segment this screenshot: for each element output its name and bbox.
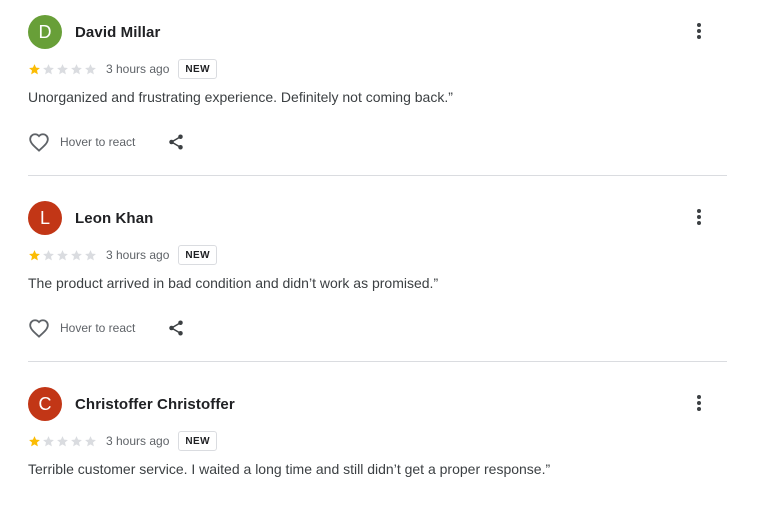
share-button[interactable] xyxy=(167,319,185,337)
star-empty-icon xyxy=(57,249,68,260)
star-empty-icon xyxy=(71,435,82,446)
review-text: Unorganized and frustrating experience. … xyxy=(28,89,453,105)
review-meta: 3 hours ago NEW xyxy=(28,243,727,267)
divider xyxy=(28,361,727,362)
star-filled-icon xyxy=(29,435,40,446)
review-card: L Leon Khan 3 hours ago NEW The product … xyxy=(28,201,727,340)
review-meta: 3 hours ago NEW xyxy=(28,57,727,81)
new-badge: NEW xyxy=(178,431,217,451)
react-button[interactable]: Hover to react xyxy=(28,132,135,152)
more-vert-icon[interactable] xyxy=(695,23,703,41)
share-icon xyxy=(169,134,184,150)
review-time: 3 hours ago xyxy=(106,248,170,262)
star-empty-icon xyxy=(85,63,96,74)
star-empty-icon xyxy=(71,249,82,260)
react-button[interactable]: Hover to react xyxy=(28,318,135,338)
new-badge: NEW xyxy=(178,245,217,265)
star-empty-icon xyxy=(43,249,54,260)
star-empty-icon xyxy=(57,435,68,446)
share-icon xyxy=(169,320,184,336)
share-button[interactable] xyxy=(167,133,185,151)
review-card: D David Millar 3 hours ago NEW Unorganiz… xyxy=(28,15,727,154)
more-vert-icon[interactable] xyxy=(695,395,703,413)
star-empty-icon xyxy=(43,63,54,74)
review-header: L Leon Khan xyxy=(28,201,727,235)
review-time: 3 hours ago xyxy=(106,62,170,76)
review-text: Terrible customer service. I waited a lo… xyxy=(28,461,551,477)
new-badge: NEW xyxy=(178,59,217,79)
reviewer-name[interactable]: Leon Khan xyxy=(75,210,153,227)
heart-outline-icon xyxy=(29,319,49,338)
review-header: D David Millar xyxy=(28,15,727,49)
star-empty-icon xyxy=(71,63,82,74)
star-filled-icon xyxy=(29,249,40,260)
review-meta: 3 hours ago NEW xyxy=(28,429,727,453)
star-rating xyxy=(28,63,97,76)
star-empty-icon xyxy=(57,63,68,74)
star-rating xyxy=(28,435,97,448)
star-filled-icon xyxy=(29,63,40,74)
reviewer-name[interactable]: David Millar xyxy=(75,24,160,41)
avatar[interactable]: L xyxy=(28,201,62,235)
star-rating xyxy=(28,249,97,262)
star-empty-icon xyxy=(85,435,96,446)
review-actions: Hover to react xyxy=(28,316,727,340)
review-text: The product arrived in bad condition and… xyxy=(28,275,439,291)
avatar[interactable]: D xyxy=(28,15,62,49)
avatar[interactable]: C xyxy=(28,387,62,421)
reviewer-name[interactable]: Christoffer Christoffer xyxy=(75,396,235,413)
more-vert-icon[interactable] xyxy=(695,209,703,227)
review-time: 3 hours ago xyxy=(106,434,170,448)
heart-outline-icon xyxy=(29,133,49,152)
star-empty-icon xyxy=(85,249,96,260)
review-card: C Christoffer Christoffer 3 hours ago NE… xyxy=(28,387,727,478)
divider xyxy=(28,175,727,176)
review-actions: Hover to react xyxy=(28,130,727,154)
review-header: C Christoffer Christoffer xyxy=(28,387,727,421)
react-label: Hover to react xyxy=(60,321,136,335)
react-label: Hover to react xyxy=(60,135,136,149)
star-empty-icon xyxy=(43,435,54,446)
